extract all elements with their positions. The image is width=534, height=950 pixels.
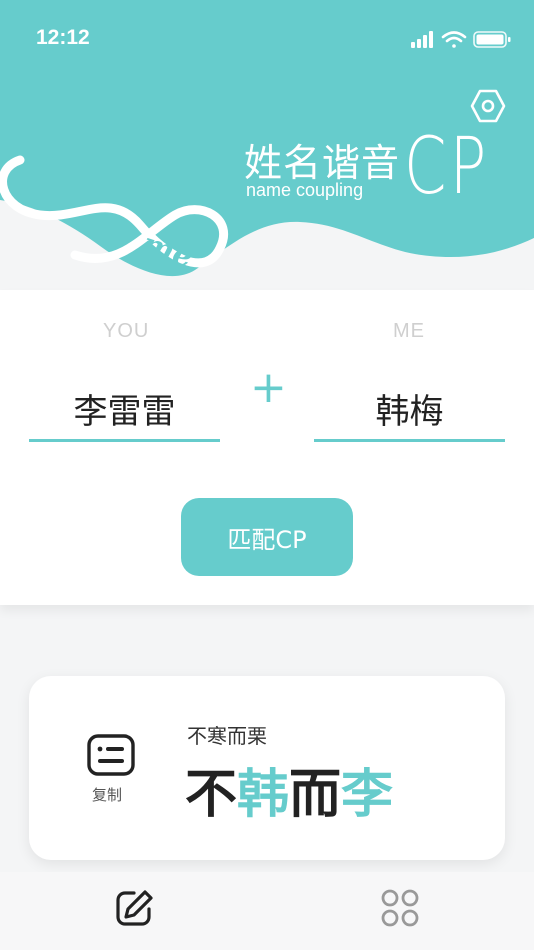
battery-icon [473,31,511,48]
copy-icon [87,734,135,776]
pun-char: 不 [185,765,238,825]
wifi-icon [441,31,467,48]
copy-label: 复制 [91,786,122,804]
app-title-cn: 姓名谐音 [244,141,401,185]
header: 12:12 you me 姓名谐音 name coupling CP [0,0,534,290]
app-title-en: name coupling [246,180,364,200]
you-name-input[interactable] [29,378,220,442]
pun-char-highlight: 李 [341,765,394,825]
copy-button[interactable]: 复制 [81,734,141,814]
me-label: ME [393,320,425,342]
tab-grid-icon[interactable] [380,888,420,928]
name-input-panel: YOU ME + 匹配CP [0,290,534,605]
status-time: 12:12 [36,26,90,49]
plus-icon: + [250,362,287,413]
status-bar: 12:12 [0,0,534,80]
pun-char: 而 [289,765,342,825]
status-icons [411,31,511,48]
you-me-infinity-logo: you me [0,141,229,275]
settings-icon[interactable] [470,88,506,124]
result-card: 复制 不寒而栗 不韩而李 [29,676,505,860]
signal-icon [411,31,433,48]
pun-result: 不韩而李 [185,752,393,827]
svg-text:you: you [27,141,92,184]
svg-text:me: me [138,226,197,275]
idiom-text: 不寒而栗 [187,724,267,748]
you-label: YOU [103,320,150,342]
match-cp-button[interactable]: 匹配CP [181,498,353,576]
tab-edit-icon[interactable] [114,888,154,928]
me-name-input[interactable] [314,378,505,442]
pun-char-highlight: 韩 [237,765,290,825]
tab-bar [0,872,534,950]
app-title-cp: CP [404,122,490,212]
